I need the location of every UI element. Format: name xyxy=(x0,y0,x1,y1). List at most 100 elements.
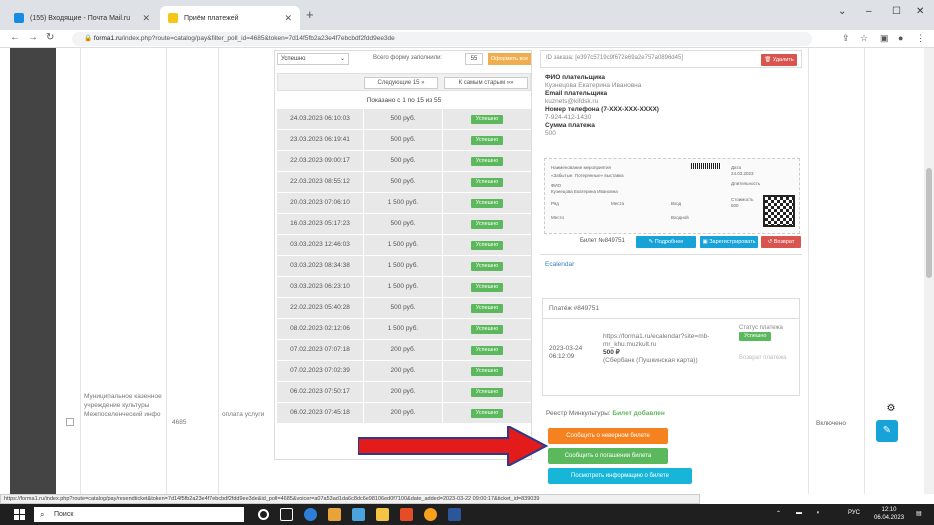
refund-ticket-label: Возврат xyxy=(773,239,795,245)
menu-kebab-icon[interactable]: ⋮ xyxy=(916,33,925,44)
payment-row[interactable]: 03.03.2023 12:46:03 1 500 руб. Успешно xyxy=(277,235,531,255)
process-all-button[interactable]: Оформить все xyxy=(488,53,531,65)
edit-pencil-icon[interactable]: ✎ xyxy=(876,420,898,442)
payment-row[interactable]: 03.03.2023 06:23:10 1 500 руб. Успешно xyxy=(277,277,531,297)
payment-row[interactable]: 06.02.2023 07:50:17 200 руб. Успешно xyxy=(277,382,531,402)
input-language[interactable]: РУС xyxy=(848,510,860,516)
tray-chevron-icon[interactable]: ⌃ xyxy=(776,510,781,517)
tab-payments[interactable]: Приём платежей ✕ xyxy=(160,6,300,30)
folder-icon[interactable] xyxy=(376,508,389,521)
view-ticket-info-button[interactable]: Посмотреть информацию о билете xyxy=(548,468,692,484)
tab-mail[interactable]: (155) Входящие - Почта Mail.ru ✕ xyxy=(6,6,158,30)
payment-header: Платёж #849751 xyxy=(543,299,799,319)
status-badge: Успешно xyxy=(470,367,504,376)
next-page-button[interactable]: Следующие 15 » xyxy=(364,77,438,89)
notifications-icon[interactable]: ▤ xyxy=(916,510,922,517)
ticket-date-label: Дата xyxy=(731,165,741,170)
windows-start-icon[interactable] xyxy=(14,509,25,520)
order-id-row: ID заказа: [e397c5719c9f672e69a2e757a089… xyxy=(540,50,802,68)
payment-date-cell: 23.03.2023 06:19:41 xyxy=(277,130,363,150)
report-wrong-ticket-button[interactable]: Сообщить о неверном билете xyxy=(548,428,668,444)
close-tab-icon[interactable]: ✕ xyxy=(284,13,292,24)
column-divider xyxy=(808,48,809,494)
cortana-icon[interactable] xyxy=(258,509,269,520)
status-filter-select[interactable]: Успешно ⌄ xyxy=(277,53,349,65)
task-view-icon[interactable] xyxy=(280,508,293,521)
tab-search-icon[interactable]: ⌄ xyxy=(838,6,846,17)
ticket-seat-label: Места xyxy=(611,201,625,206)
refund-ticket-button[interactable]: ↺ Возврат xyxy=(761,236,801,248)
payment-row[interactable]: 24.03.2023 06:10:03 500 руб. Успешно xyxy=(277,109,531,129)
payment-row[interactable]: 22.03.2023 09:00:17 500 руб. Успешно xyxy=(277,151,531,171)
oldest-page-button[interactable]: К самым старым »» xyxy=(444,77,528,89)
payment-row[interactable]: 23.03.2023 06:19:41 500 руб. Успешно xyxy=(277,130,531,150)
windows-taskbar: ⌕ Поиск ⌃ ▬ ◖ РУС 12:10 06.04.2023 ▤ xyxy=(0,504,934,525)
page-scrollbar[interactable] xyxy=(924,48,934,494)
payment-date-cell: 16.03.2023 05:17:23 xyxy=(277,214,363,234)
close-tab-icon[interactable]: ✕ xyxy=(142,13,150,24)
profile-icon[interactable]: ● xyxy=(898,33,903,43)
payment-status-cell: Успешно xyxy=(443,214,531,234)
payments-controls: Успешно ⌄ Всего форму заполнили: 55 Офор… xyxy=(277,53,531,67)
edge-icon[interactable] xyxy=(304,508,317,521)
status-badge: Успешно xyxy=(470,157,504,166)
payment-date-cell: 03.03.2023 06:23:10 xyxy=(277,277,363,297)
screen: (155) Входящие - Почта Mail.ru ✕ Приём п… xyxy=(0,0,934,525)
share-icon[interactable]: ⇪ xyxy=(842,33,850,44)
search-icon: ⌕ xyxy=(40,510,45,519)
taskbar-search[interactable]: ⌕ Поиск xyxy=(34,507,244,522)
forward-icon[interactable]: → xyxy=(28,32,38,43)
payment-row[interactable]: 07.02.2023 07:02:39 200 руб. Успешно xyxy=(277,361,531,381)
status-badge: Успешно xyxy=(470,199,504,208)
back-icon[interactable]: ← xyxy=(10,32,20,43)
payment-date-cell: 24.03.2023 06:10:03 xyxy=(277,109,363,129)
browser-tab-bar: (155) Входящие - Почта Mail.ru ✕ Приём п… xyxy=(0,0,934,30)
clock[interactable]: 12:10 06.04.2023 xyxy=(874,506,904,522)
sidebar-icon[interactable]: ▣ xyxy=(880,33,889,44)
payment-row[interactable]: 22.02.2023 05:40:28 500 руб. Успешно xyxy=(277,298,531,318)
reload-icon[interactable]: ↻ xyxy=(46,32,54,43)
scrollbar-thumb[interactable] xyxy=(926,168,932,278)
report-visited-button[interactable]: Сообщить о погашении билета xyxy=(548,448,668,464)
payment-row[interactable]: 07.02.2023 07:07:18 200 руб. Успешно xyxy=(277,340,531,360)
network-icon[interactable]: ▬ xyxy=(796,510,802,516)
app-icon[interactable] xyxy=(424,508,437,521)
word-icon[interactable] xyxy=(448,508,461,521)
payment-row[interactable]: 20.03.2023 07:06:10 1 500 руб. Успешно xyxy=(277,193,531,213)
gear-icon[interactable]: ⚙ xyxy=(880,398,902,420)
payment-date-cell: 22.02.2023 05:40:28 xyxy=(277,298,363,318)
app-icon[interactable] xyxy=(400,508,413,521)
payment-row[interactable]: 16.03.2023 05:17:23 500 руб. Успешно xyxy=(277,214,531,234)
payment-status-cell: Успешно xyxy=(443,298,531,318)
payment-status-cell: Успешно xyxy=(443,172,531,192)
payment-date-cell: 03.03.2023 12:46:03 xyxy=(277,235,363,255)
payment-date-cell: 06.02.2023 07:50:17 xyxy=(277,382,363,402)
explorer-icon[interactable] xyxy=(352,508,365,521)
payment-row[interactable]: 22.03.2023 08:55:12 500 руб. Успешно xyxy=(277,172,531,192)
bookmark-star-icon[interactable]: ☆ xyxy=(860,33,868,44)
new-tab-button[interactable]: + xyxy=(306,7,314,22)
status-badge: Успешно xyxy=(470,409,504,418)
barcode-icon xyxy=(691,163,721,169)
chrome-icon[interactable] xyxy=(328,508,341,521)
payment-row[interactable]: 08.02.2023 02:12:06 1 500 руб. Успешно xyxy=(277,319,531,339)
payment-row[interactable]: 03.03.2023 08:34:38 1 500 руб. Успешно xyxy=(277,256,531,276)
payment-link[interactable]: https://forma1.ru/ecalendar?site=mb-mr_k… xyxy=(603,333,733,349)
minimize-button[interactable]: – xyxy=(866,6,872,17)
calendar-link[interactable]: Ecalendar xyxy=(545,261,574,268)
payment-status-badge: Успешно xyxy=(739,332,772,341)
row-payment-type: оплата услуги xyxy=(222,411,265,418)
ticket-type: Входной xyxy=(671,215,689,220)
payment-refund-link[interactable]: Возврат платежа xyxy=(739,355,795,362)
volume-icon[interactable]: ◖ xyxy=(816,510,820,516)
resend-ticket-button[interactable]: ✎ Подробнее xyxy=(636,236,696,248)
ticket-price-label: Стоимость xyxy=(731,197,754,202)
register-ticket-button[interactable]: ▣ Зарегистрировать xyxy=(700,236,758,248)
resend-ticket-label: Подробнее xyxy=(654,239,684,245)
row-checkbox[interactable] xyxy=(66,418,74,426)
url-field[interactable]: 🔒 forma1.ru/index.php?route=catalog/pay&… xyxy=(72,32,812,46)
close-window-button[interactable]: ✕ xyxy=(916,6,924,17)
delete-button[interactable]: 🗑 Удалить xyxy=(761,54,797,66)
maximize-button[interactable]: ☐ xyxy=(892,6,901,17)
payment-row[interactable]: 06.02.2023 07:45:18 200 руб. Успешно xyxy=(277,403,531,423)
